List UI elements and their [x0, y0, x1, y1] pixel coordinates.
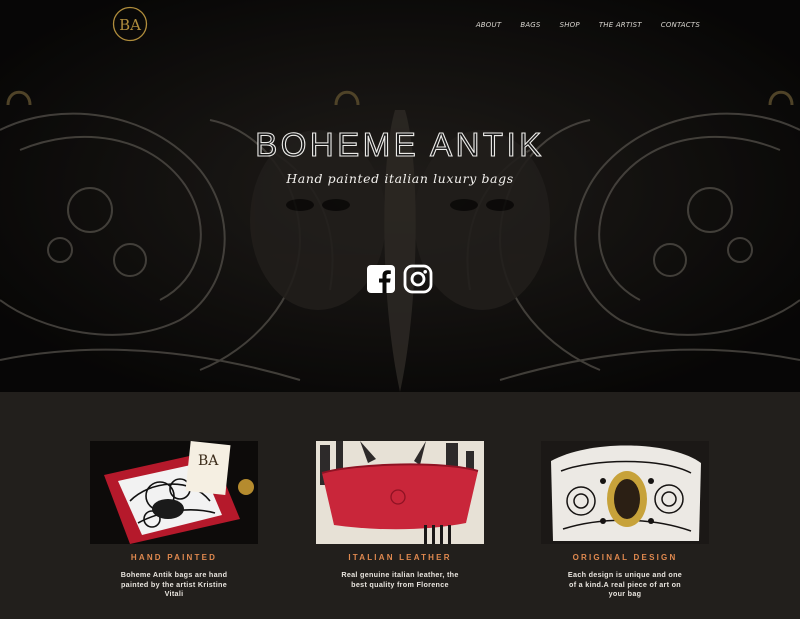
hand-painted-bag-image[interactable]: BA — [90, 441, 258, 544]
feature-title: HAND PAINTED — [130, 553, 218, 562]
feature-description: Real genuine italian leather, the best q… — [341, 570, 459, 589]
svg-text:BA: BA — [198, 453, 219, 469]
nav-contacts[interactable]: CONTACTS — [661, 21, 700, 29]
svg-text:BA: BA — [119, 16, 141, 34]
features-section: BA HAND PAINTED Boheme Antik bags are ha… — [0, 392, 800, 619]
hero-section: BA ABOUT BAGS SHOP THE ARTIST CONTACTS B… — [0, 0, 800, 392]
instagram-icon[interactable] — [403, 264, 433, 294]
top-navbar: BA ABOUT BAGS SHOP THE ARTIST CONTACTS — [0, 0, 800, 52]
feature-card-hand-painted: BA HAND PAINTED Boheme Antik bags are ha… — [90, 441, 258, 599]
feature-description: Each design is unique and one of a kind.… — [567, 570, 683, 598]
main-nav: ABOUT BAGS SHOP THE ARTIST CONTACTS — [476, 21, 700, 29]
brand-logo[interactable]: BA — [112, 6, 148, 42]
nav-about[interactable]: ABOUT — [476, 21, 502, 29]
hero-background-art — [0, 0, 800, 392]
feature-title: ITALIAN LEATHER — [348, 553, 452, 562]
facebook-icon[interactable] — [366, 264, 396, 294]
nav-the-artist[interactable]: THE ARTIST — [599, 21, 642, 29]
hero-subtitle: Hand painted italian luxury bags — [286, 171, 514, 186]
feature-description: Boheme Antik bags are hand painted by th… — [120, 570, 228, 598]
feature-card-italian-leather: ITALIAN LEATHER Real genuine italian lea… — [316, 441, 484, 589]
hero-title: BOHEME ANTIK — [255, 125, 545, 163]
social-links — [366, 264, 433, 294]
italian-leather-bag-image[interactable] — [316, 441, 484, 544]
feature-card-original-design: ORIGINAL DESIGN Each design is unique an… — [541, 441, 709, 599]
feature-title: ORIGINAL DESIGN — [572, 553, 678, 562]
original-design-bag-image[interactable] — [541, 441, 709, 544]
nav-bags[interactable]: BAGS — [520, 21, 540, 29]
nav-shop[interactable]: SHOP — [560, 21, 580, 29]
